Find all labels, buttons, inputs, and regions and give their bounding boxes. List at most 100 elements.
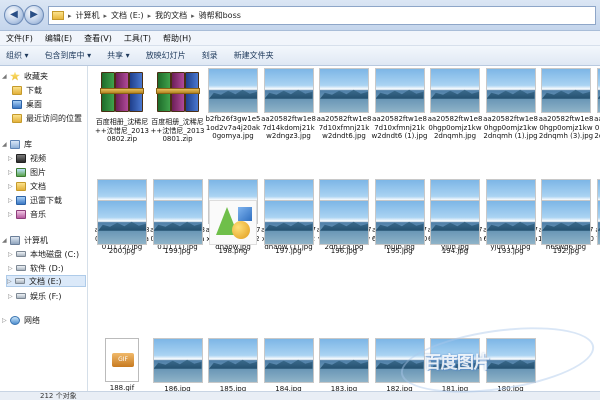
file-name: aa20582ftw1e87d10xfmnj21kw2dndt6 (1).jpg [371,115,428,140]
nav-item-thunder-downloads[interactable]: ▷ 迅雷下载 [8,194,62,206]
nav-item-music[interactable]: ▷ 音乐 [8,208,46,220]
image-thumbnail [263,200,314,245]
breadcrumb-current-folder[interactable]: 骑帮和boss [199,10,241,21]
file-item[interactable]: 193.jpg [483,200,539,256]
nav-item-drive-d[interactable]: ▷ 软件 (D:) [8,262,64,274]
menu-help[interactable]: 帮助(H) [163,33,191,44]
nav-item-pictures[interactable]: ▷ 图片 [8,166,46,178]
burn-button[interactable]: 刻录 [202,50,218,61]
nav-item-documents[interactable]: ▷ 文档 [8,180,46,192]
file-item[interactable]: 197.jpg [261,200,317,256]
image-thumbnail [263,338,314,383]
file-item[interactable]: 百度相册_沈稀尼++沈惜尼_20130802.zip [94,68,150,144]
image-thumbnail [152,338,203,383]
file-item[interactable]: 186.jpg [150,338,206,394]
image-thumbnail [541,200,591,245]
share-button[interactable]: 共享 ▾ [107,50,130,61]
menu-edit[interactable]: 编辑(E) [45,33,72,44]
file-item[interactable]: aa20582ftw1e87d10xfmnj21kw2dndt6.jpg [316,68,372,141]
file-item[interactable]: 184.jpg [261,338,317,394]
file-item[interactable]: 196.jpg [316,200,372,256]
collapse-arrow-icon[interactable]: ▷ [7,278,14,285]
collapse-arrow-icon[interactable]: ▷ [8,155,15,162]
nav-item-videos[interactable]: ▷ 视频 [8,152,46,164]
collapse-arrow-icon[interactable]: ▷ [8,265,15,272]
file-name: 198.png [218,247,248,255]
navigation-pane: ◢ 收藏夹 下载 桌面 最近访问的位置 ◢ 库 ▷ 视频 ▷ 图片 ▷ 文档 ▷… [0,66,88,400]
file-item[interactable]: 200.jpg [94,200,150,256]
file-item[interactable]: aa20582ftw1e80hgp0omjz1kw2dnqmh.jpg [427,68,483,141]
file-name: aa20582ftw1e80hgp0omjz1kw2dnqmh.jpg [427,115,483,140]
file-name: 197.jpg [275,247,302,255]
collapse-arrow-icon[interactable]: ▷ [8,197,15,204]
file-item[interactable]: aa20582ftw1e80hgp0omjz1kw2dnqmh (2).jpg [594,68,600,141]
file-item[interactable]: 183.jpg [316,338,372,394]
chevron-right-icon: ▸ [147,11,152,20]
nav-libraries[interactable]: ◢ 库 [2,138,32,150]
file-name: 199.jpg [164,247,191,255]
nav-favorites-label: 收藏夹 [24,71,48,81]
thunder-download-icon [16,195,26,205]
breadcrumb-my-documents[interactable]: 我的文档 [155,10,187,21]
nav-network[interactable]: ▷ 网络 [2,314,40,326]
expand-arrow-icon[interactable]: ◢ [2,141,9,148]
nav-item-label: 最近访问的位置 [26,113,82,123]
file-item[interactable]: 198.png [205,200,261,256]
file-item[interactable]: aa20582ftw1e80hgp0omjz1kw2dnqmh (1).jpg [483,68,539,141]
file-item[interactable]: aa20582ftw1e87d14kdomj21kw2dngz3.jpg [261,68,317,141]
chevron-right-icon: ▸ [103,11,108,20]
collapse-arrow-icon[interactable]: ▷ [8,251,15,258]
nav-item-label: 迅雷下载 [30,195,62,205]
new-folder-button[interactable]: 新建文件夹 [234,50,274,61]
breadcrumb-drive-e[interactable]: 文档 (E:) [111,10,144,21]
breadcrumb-computer[interactable]: 计算机 [76,10,100,21]
file-item[interactable]: 194.jpg [427,200,483,256]
expand-arrow-icon[interactable]: ◢ [2,73,9,80]
file-item[interactable]: 182.jpg [372,338,428,394]
collapse-arrow-icon[interactable]: ▷ [8,293,15,300]
menu-view[interactable]: 查看(V) [84,33,112,44]
expand-arrow-icon[interactable]: ◢ [2,237,9,244]
slideshow-button[interactable]: 放映幻灯片 [146,50,186,61]
file-item[interactable]: b2fb26f3gw1e51od2v7a4j20ak0gomya.jpg [205,68,261,141]
archive-icon [98,68,146,116]
file-item[interactable]: 192.jpg [538,200,594,256]
collapse-arrow-icon[interactable]: ▷ [8,183,15,190]
file-item[interactable]: 180.jpg [483,338,539,394]
nav-item-label: 视频 [30,153,46,163]
image-thumbnail [430,68,480,113]
menu-tools[interactable]: 工具(T) [124,33,151,44]
nav-item-drive-f[interactable]: ▷ 娱乐 (F:) [8,290,61,302]
file-item[interactable]: 百度相册_沈稀尼++沈惜尼_20130801.zip [150,68,206,144]
file-item[interactable]: 195.jpg [372,200,428,256]
nav-computer[interactable]: ◢ 计算机 [2,234,48,246]
file-item[interactable]: 185.jpg [205,338,261,394]
back-button[interactable]: ◀ [4,5,24,25]
collapse-arrow-icon[interactable]: ▷ [2,317,9,324]
organize-button[interactable]: 组织 ▾ [6,50,29,61]
file-name: 百度相册_沈稀尼++沈惜尼_20130801.zip [150,118,205,143]
file-item[interactable]: 199.jpg [150,200,206,256]
image-thumbnail [430,338,480,383]
nav-item-desktop[interactable]: 桌面 [12,98,42,110]
file-item[interactable]: GIF 188.gif [94,338,150,393]
menu-file[interactable]: 文件(F) [6,33,33,44]
forward-button[interactable]: ▶ [24,5,44,25]
nav-item-drive-c[interactable]: ▷ 本地磁盘 (C:) [8,248,79,260]
nav-item-downloads[interactable]: 下载 [12,84,42,96]
collapse-arrow-icon[interactable]: ▷ [8,211,15,218]
nav-item-recent-places[interactable]: 最近访问的位置 [12,112,82,124]
include-in-library-button[interactable]: 包含到库中 ▾ [45,50,92,61]
address-input[interactable]: ▸ 计算机 ▸ 文档 (E:) ▸ 我的文档 ▸ 骑帮和boss [48,6,596,25]
file-item[interactable]: 189.jpg [594,200,600,256]
archive-icon [154,68,202,116]
nav-item-drive-e[interactable]: ▷ 文档 (E:) [6,275,86,287]
chevron-right-icon: ▸ [68,11,72,20]
command-bar: 组织 ▾ 包含到库中 ▾ 共享 ▾ 放映幻灯片 刻录 新建文件夹 [0,46,600,66]
file-item[interactable]: aa20582ftw1e80hgp0omjz1kw2dnqmh (3).jpg [538,68,594,141]
collapse-arrow-icon[interactable]: ▷ [8,169,15,176]
file-item[interactable]: 181.jpg [427,338,483,394]
nav-favorites[interactable]: ◢ 收藏夹 [2,70,48,82]
file-item[interactable]: aa20582ftw1e87d10xfmnj21kw2dndt6 (1).jpg [372,68,428,141]
nav-libraries-label: 库 [24,139,32,149]
